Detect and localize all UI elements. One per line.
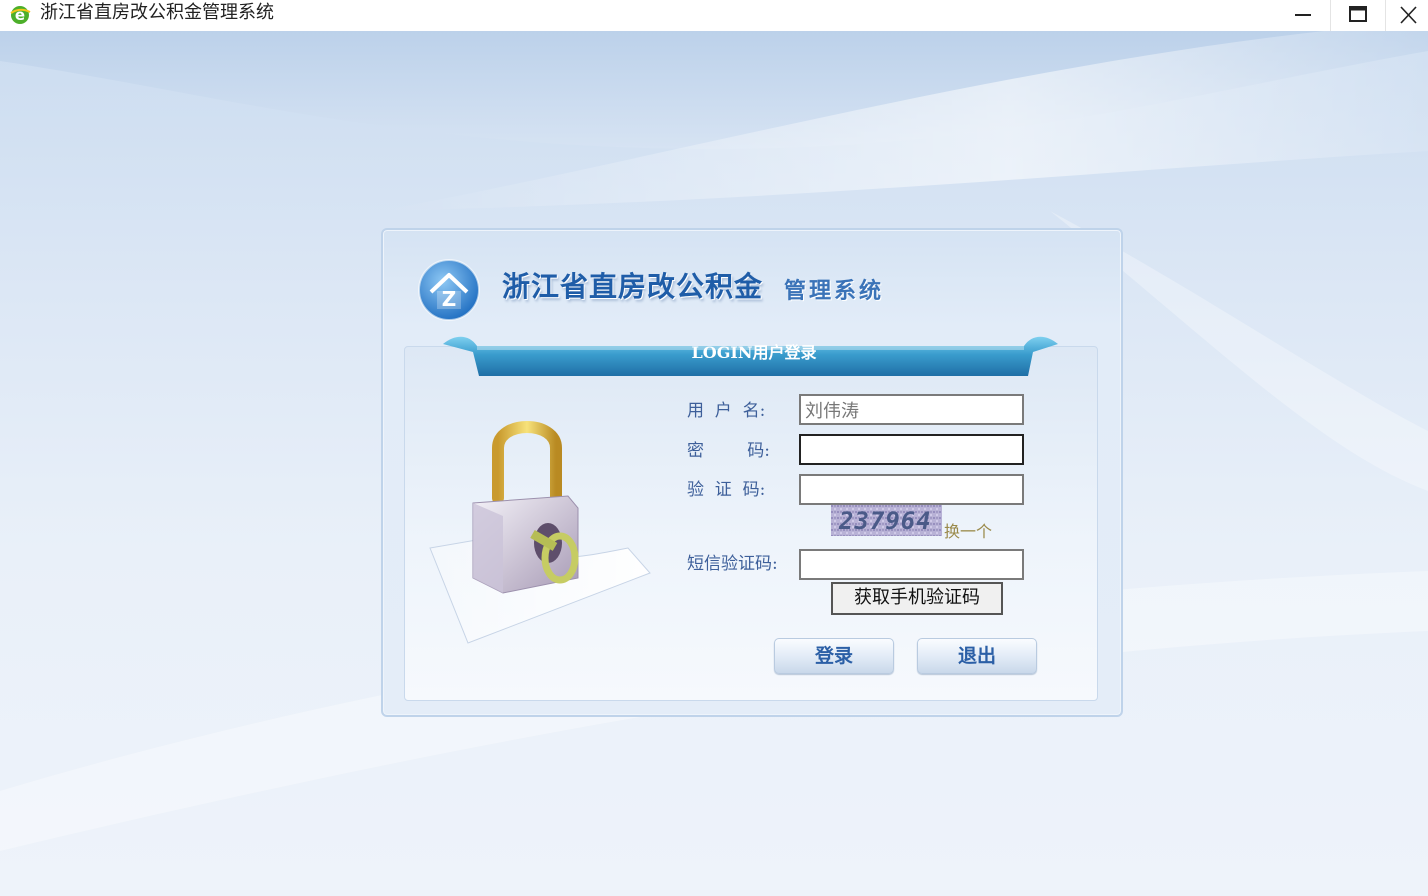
lock-illustration	[429, 421, 651, 644]
maximize-button[interactable]	[1330, 0, 1385, 31]
logo-icon: Z	[418, 259, 480, 321]
window-titlebar: e 浙江省直房改公积金管理系统	[0, 0, 1428, 32]
brand-title: 浙江省直房改公积金	[502, 270, 764, 303]
minimize-icon	[1295, 14, 1311, 16]
sms-code-label: 短信验证码:	[687, 554, 778, 574]
ie-browser-icon: e	[10, 6, 31, 24]
password-input[interactable]	[799, 434, 1024, 465]
login-button[interactable]: 登录	[774, 638, 894, 674]
password-label: 密 码:	[687, 441, 770, 461]
close-button[interactable]	[1385, 0, 1428, 31]
login-heading: LOGIN用户登录	[691, 343, 817, 362]
svg-text:237964: 237964	[838, 507, 932, 535]
captcha-image[interactable]: 237964	[831, 505, 942, 536]
exit-button[interactable]: 退出	[917, 638, 1037, 674]
window-title: 浙江省直房改公积金管理系统	[40, 2, 274, 23]
captcha-input[interactable]	[799, 474, 1024, 505]
svg-text:Z: Z	[442, 287, 457, 311]
username-input[interactable]	[799, 394, 1024, 425]
username-label: 用 户 名:	[687, 401, 766, 421]
minimize-button[interactable]	[1276, 0, 1330, 31]
maximize-icon	[1349, 6, 1367, 22]
svg-text:e: e	[15, 6, 25, 24]
sms-code-input[interactable]	[799, 549, 1024, 580]
close-icon	[1400, 6, 1417, 24]
captcha-label: 验 证 码:	[687, 480, 766, 500]
captcha-refresh-link[interactable]: 换一个	[944, 518, 992, 542]
get-sms-code-button[interactable]: 获取手机验证码	[831, 582, 1003, 615]
brand-subtitle: 管理系统	[784, 278, 885, 304]
